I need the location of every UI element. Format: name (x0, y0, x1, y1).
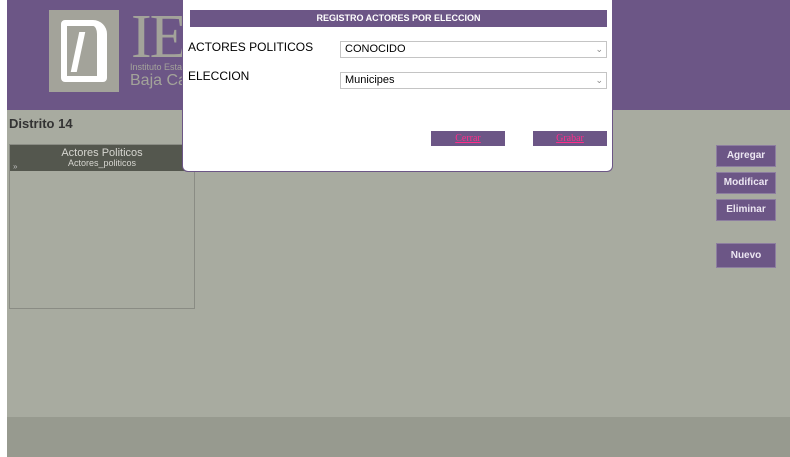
expand-arrow-icon[interactable]: » (13, 162, 17, 171)
footer-strip (7, 417, 790, 457)
agregar-button[interactable]: Agregar (716, 145, 776, 167)
eliminar-button[interactable]: Eliminar (716, 199, 776, 221)
eleccion-select[interactable]: Municipes ⌄ (340, 72, 607, 89)
eleccion-label: ELECCION (188, 69, 250, 83)
eleccion-select-value: Municipes (345, 74, 395, 86)
nuevo-button[interactable]: Nuevo (716, 243, 776, 268)
actores-list-panel: Actores Politicos Actores_politicos » (9, 144, 195, 309)
logo-letters: IE (131, 3, 188, 71)
grabar-button[interactable]: Grabar (533, 131, 607, 146)
dialog-title: REGISTRO ACTORES POR ELECCION (190, 10, 607, 27)
logo-mark-icon (61, 20, 107, 82)
list-header: Actores Politicos Actores_politicos » (10, 145, 194, 171)
district-title: Distrito 14 (9, 116, 73, 131)
actores-label: ACTORES POLITICOS (188, 40, 314, 54)
modificar-button[interactable]: Modificar (716, 172, 776, 194)
chevron-down-icon: ⌄ (595, 75, 603, 85)
actores-select-value: CONOCIDO (345, 43, 406, 55)
logo-emblem (49, 10, 119, 92)
list-subtitle[interactable]: Actores_politicos (10, 159, 194, 168)
list-title: Actores Politicos (61, 147, 143, 159)
registro-dialog: REGISTRO ACTORES POR ELECCION ACTORES PO… (182, 0, 613, 172)
cerrar-button[interactable]: Cerrar (431, 131, 505, 146)
actores-select[interactable]: CONOCIDO ⌄ (340, 41, 607, 58)
chevron-down-icon: ⌄ (595, 44, 603, 54)
